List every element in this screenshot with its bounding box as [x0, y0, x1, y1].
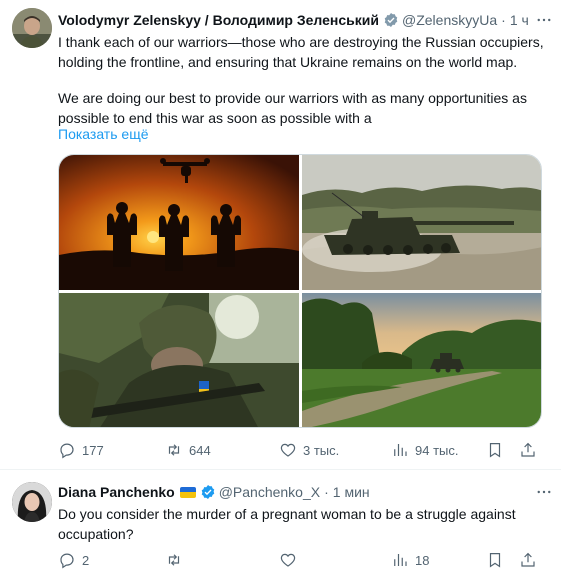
more-options-icon[interactable] [535, 483, 553, 501]
views-count: 18 [415, 552, 430, 568]
retweet-button[interactable] [165, 550, 189, 570]
heart-icon [280, 553, 296, 567]
views-button[interactable]: 18 [391, 550, 429, 570]
tweet-text: Do you consider the murder of a pregnant… [58, 506, 516, 542]
bookmark-button[interactable] [486, 550, 504, 570]
share-icon [521, 552, 535, 567]
retweet-count: 644 [189, 442, 211, 458]
tweet-text-paragraph-1: I thank each of our warriors—those who a… [58, 34, 544, 70]
retweet-button[interactable]: 644 [165, 440, 211, 460]
reply-tweet[interactable]: Diana Panchenko @Panchenko_X · 1 мин Do … [0, 470, 561, 579]
photo-tank[interactable] [302, 155, 541, 290]
like-count: 3 тыс. [303, 442, 340, 458]
reply-button[interactable]: 177 [58, 440, 104, 460]
action-bar: 177 644 3 тыс. 94 тыс. [52, 440, 553, 460]
more-options-icon[interactable] [535, 11, 553, 29]
timestamp[interactable]: 1 ч [510, 12, 529, 28]
tweet-text-paragraph-2: We are doing our best to provide our war… [58, 90, 527, 126]
timestamp[interactable]: 1 мин [333, 484, 370, 500]
retweet-icon [168, 554, 180, 566]
verified-badge-icon [201, 485, 214, 499]
views-count: 94 тыс. [415, 442, 459, 458]
views-chart-icon [394, 554, 407, 566]
display-name[interactable]: Diana Panchenko [58, 484, 175, 500]
photo-soldier[interactable] [59, 293, 299, 427]
like-button[interactable] [279, 550, 303, 570]
retweet-icon [168, 444, 180, 456]
bookmark-icon [489, 553, 501, 568]
share-button[interactable] [519, 550, 537, 570]
separator-dot: · [501, 12, 506, 28]
show-more-link[interactable]: Показать ещё [58, 126, 149, 142]
photo-vehicle-road[interactable] [302, 293, 541, 427]
reply-count: 177 [82, 442, 104, 458]
share-icon [521, 442, 535, 457]
handle[interactable]: @ZelenskyyUa [402, 12, 497, 28]
reply-icon [60, 443, 74, 459]
avatar[interactable] [12, 8, 52, 48]
views-button[interactable]: 94 тыс. [391, 440, 458, 460]
bookmark-button[interactable] [486, 440, 504, 460]
main-tweet[interactable]: Volodymyr Zelenskyy / Володимир Зеленськ… [0, 0, 561, 470]
action-bar: 2 18 [52, 550, 553, 570]
display-name[interactable]: Volodymyr Zelenskyy / Володимир Зеленськ… [58, 12, 379, 28]
heart-icon [280, 443, 296, 457]
views-chart-icon [394, 444, 407, 456]
tweet-header: Volodymyr Zelenskyy / Володимир Зеленськ… [58, 10, 553, 30]
share-button[interactable] [519, 440, 537, 460]
media-grid [58, 154, 542, 428]
like-button[interactable]: 3 тыс. [279, 440, 339, 460]
bookmark-icon [489, 443, 501, 458]
handle[interactable]: @Panchenko_X [219, 484, 320, 500]
ukraine-flag-icon [179, 486, 196, 498]
reply-count: 2 [82, 552, 90, 568]
verified-badge-icon [384, 13, 398, 27]
tweet-header: Diana Panchenko @Panchenko_X · 1 мин [58, 482, 553, 502]
photo-soldiers-sunset[interactable] [59, 155, 299, 290]
reply-icon [60, 553, 74, 569]
reply-button[interactable]: 2 [58, 550, 89, 570]
separator-dot: · [324, 484, 329, 500]
avatar[interactable] [12, 482, 52, 522]
